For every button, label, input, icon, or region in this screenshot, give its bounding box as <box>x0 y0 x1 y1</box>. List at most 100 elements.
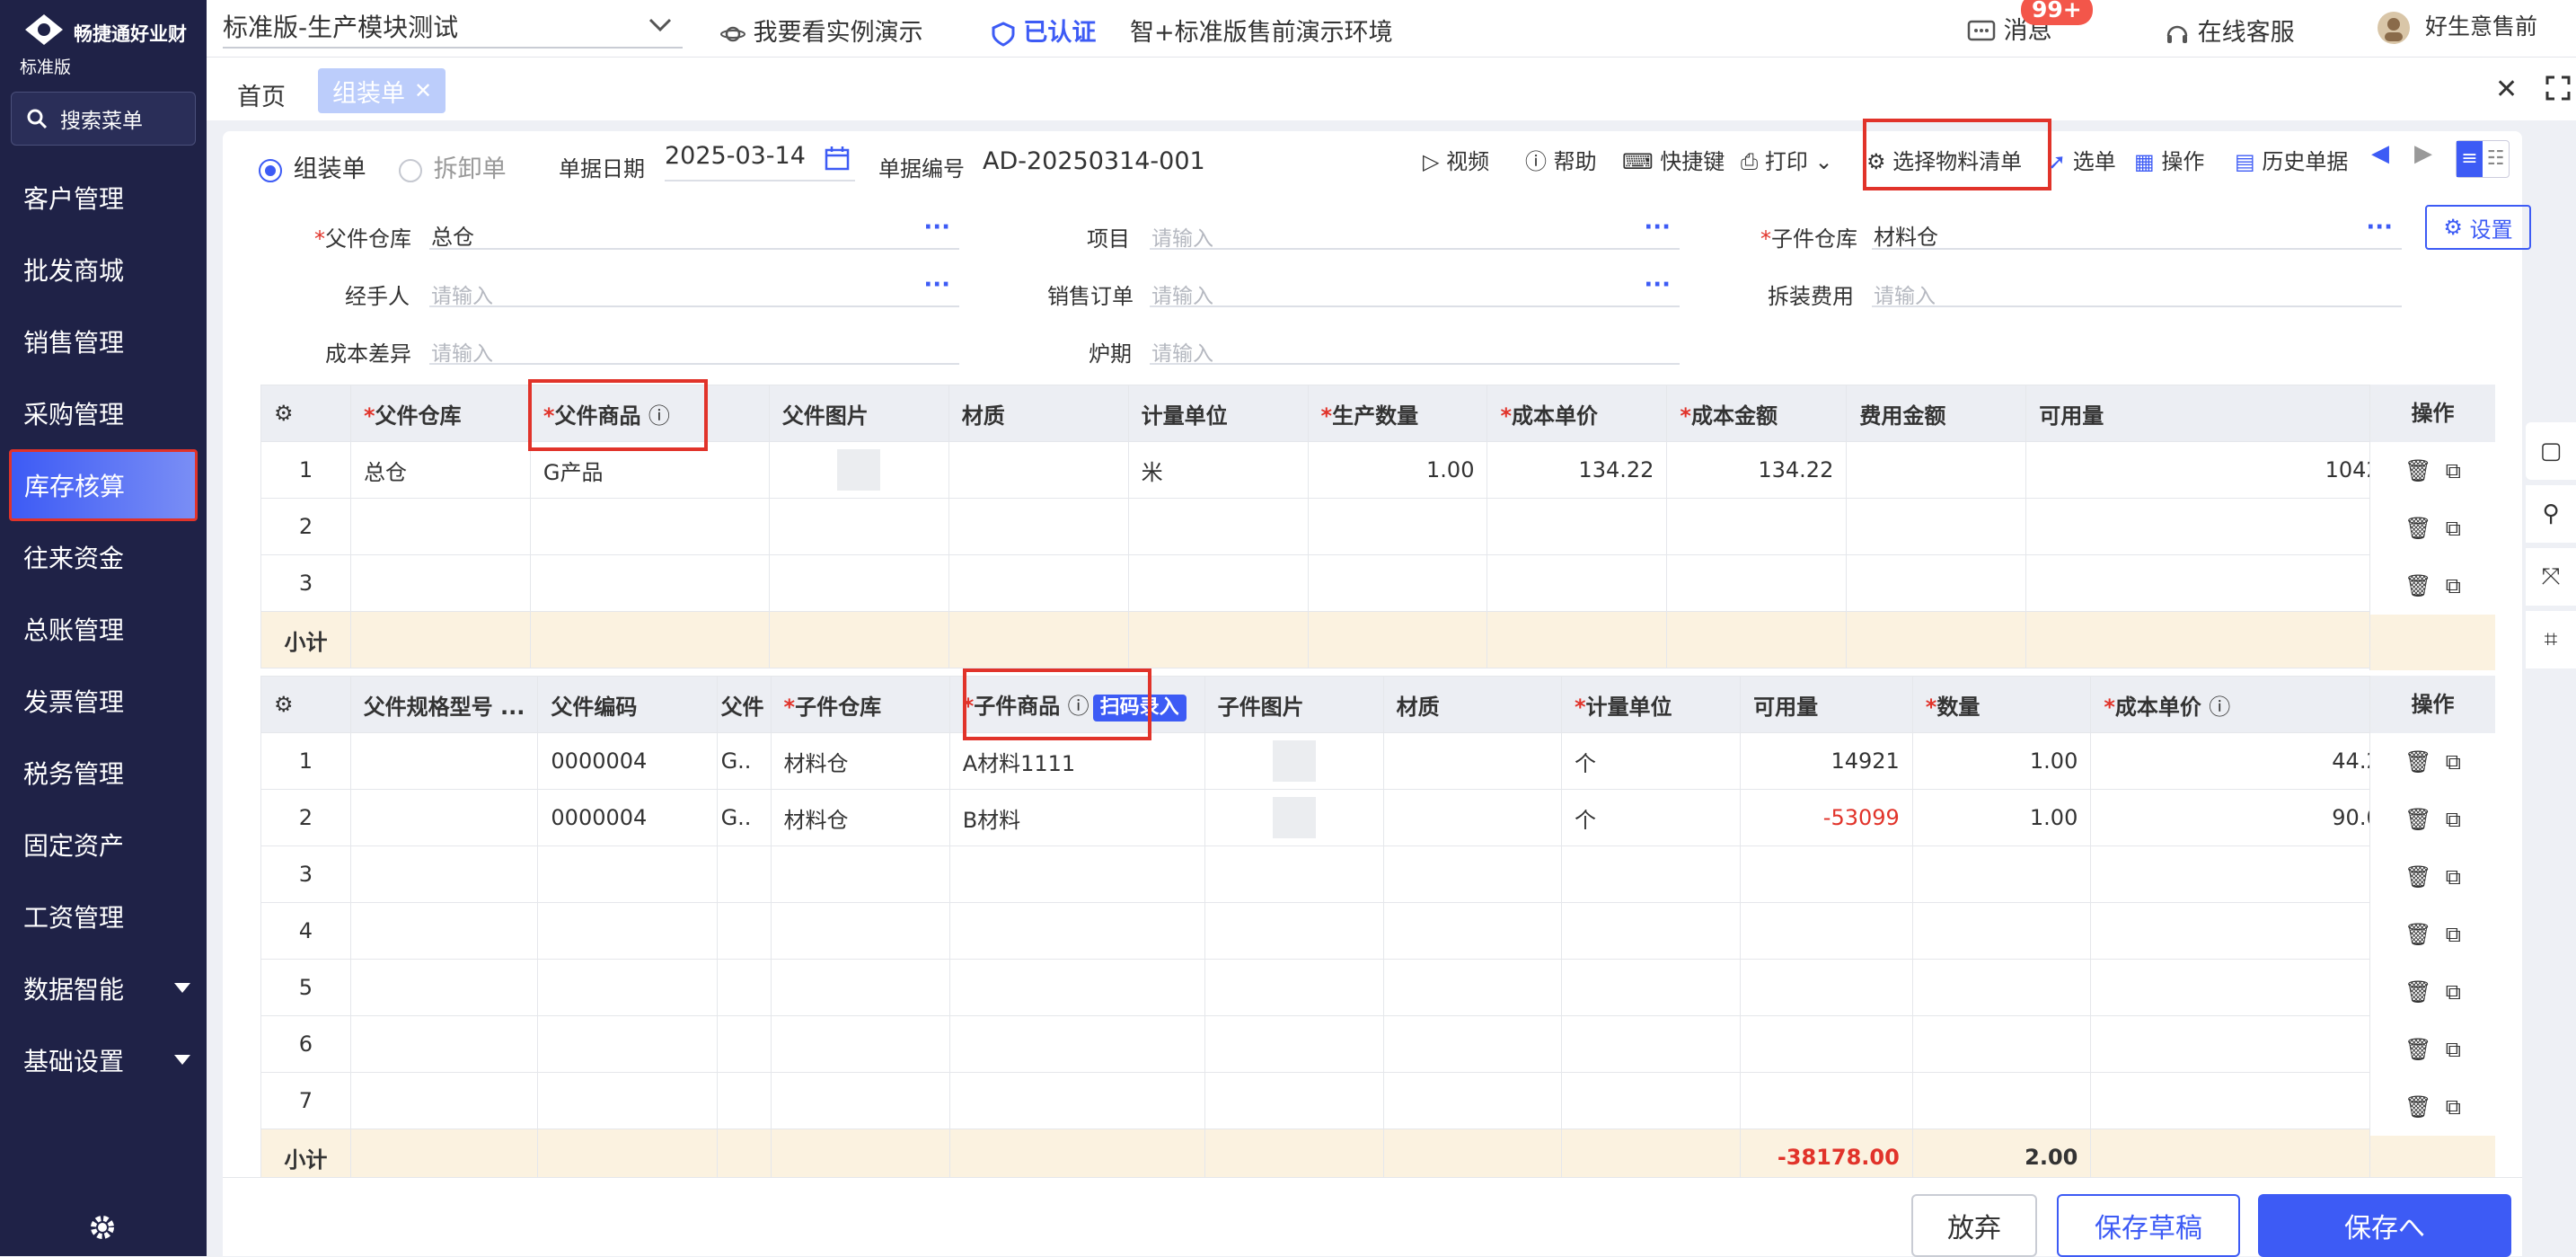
cell-warehouse[interactable]: 材料仓 <box>770 789 950 846</box>
cell-warehouse[interactable]: 材料仓 <box>770 732 950 790</box>
select-bom-button[interactable]: ⚙ 选择物料清单 <box>1866 144 2022 175</box>
sidebar-item-tax[interactable]: 税务管理 <box>0 737 207 809</box>
cell-price[interactable]: 44.22 <box>2090 732 2407 790</box>
cell-material[interactable] <box>1382 789 1562 846</box>
more-icon[interactable]: ··· <box>1644 214 1671 241</box>
more-icon[interactable]: ··· <box>1644 271 1671 298</box>
cell-spec[interactable] <box>349 789 539 846</box>
cell-spec[interactable] <box>349 732 539 790</box>
cell-code[interactable]: 0000004 <box>537 732 718 790</box>
cell-fee[interactable] <box>1846 441 2027 499</box>
more-icon[interactable]: ··· <box>923 271 950 298</box>
environment-select[interactable]: 标准版-生产模块测试 <box>223 5 683 49</box>
cell-warehouse[interactable]: 总仓 <box>349 441 531 499</box>
next-arrow-icon[interactable]: ▶ <box>2414 140 2432 167</box>
column-settings[interactable]: ⚙ <box>260 385 351 442</box>
trash-icon[interactable]: 🗑 <box>2404 922 2431 947</box>
copy-icon[interactable]: ⧉ <box>2446 516 2461 541</box>
sidebar-item-ledger[interactable]: 总账管理 <box>0 593 207 665</box>
copy-icon[interactable]: ⧉ <box>2446 1037 2461 1062</box>
table-row[interactable]: 6 <box>260 1015 2407 1073</box>
card-view-icon[interactable]: ☷ <box>2483 141 2509 177</box>
column-settings[interactable]: ⚙ <box>260 676 351 733</box>
cell-price[interactable]: 134.22 <box>1486 441 1668 499</box>
cell-material[interactable] <box>1382 732 1562 790</box>
product-image[interactable] <box>1272 740 1316 782</box>
cell-price[interactable]: 90.00 <box>2090 789 2407 846</box>
sales-order-field[interactable]: 请输入 ··· <box>1150 271 1680 308</box>
table-row[interactable]: 4 <box>260 902 2407 960</box>
operate-button[interactable]: ▦ 操作 <box>2134 144 2204 175</box>
sidebar-item-purchase[interactable]: 采购管理 <box>0 377 207 449</box>
copy-icon[interactable]: ⧉ <box>2446 807 2461 832</box>
fullscreen-icon[interactable] <box>2545 75 2571 101</box>
copy-icon[interactable]: ⧉ <box>2446 922 2461 947</box>
translate-icon[interactable]: ⤧ <box>2526 548 2576 606</box>
calendar-icon[interactable] <box>825 146 850 171</box>
draft-icon[interactable]: ▢ <box>2526 422 2576 480</box>
prev-arrow-icon[interactable]: ◀ <box>2371 140 2389 167</box>
cell-item[interactable]: A材料1111 <box>948 732 1205 790</box>
brand-logo[interactable]: 畅捷通好业财 标准版 <box>18 9 207 77</box>
online-service-button[interactable]: 在线客服 <box>2165 13 2295 48</box>
trash-icon[interactable]: 🗑 <box>2404 807 2431 832</box>
sidebar-item-inventory[interactable]: 库存核算 <box>9 449 198 521</box>
mode-assemble-radio[interactable]: 组装单 <box>259 149 366 184</box>
sidebar-item-data-intelligence[interactable]: 数据智能 <box>0 952 207 1024</box>
cell-amount[interactable]: 134.22 <box>1666 441 1848 499</box>
cell-item[interactable]: B材料 <box>948 789 1205 846</box>
copy-icon[interactable]: ⧉ <box>2446 1094 2461 1120</box>
mode-disassemble-radio[interactable]: 拆卸单 <box>399 149 507 184</box>
child-wh-field[interactable]: 材料仓 ··· <box>1872 214 2402 250</box>
gear-icon[interactable] <box>88 1213 117 1242</box>
close-icon[interactable]: ✕ <box>414 78 432 103</box>
list-view-icon[interactable]: ≡ <box>2457 141 2483 177</box>
table-row[interactable]: 3 <box>260 845 2407 903</box>
view-toggle[interactable]: ≡ ☷ <box>2456 140 2510 178</box>
tab-home[interactable]: 首页 <box>237 77 286 112</box>
cell-unit[interactable]: 个 <box>1560 789 1742 846</box>
trash-icon[interactable]: 🗑 <box>2404 749 2431 775</box>
project-field[interactable]: 请输入 ··· <box>1150 214 1680 251</box>
more-icon[interactable]: ··· <box>2366 214 2393 241</box>
table-row[interactable]: 2 <box>260 498 2407 555</box>
save-button[interactable]: 保存へ <box>2258 1194 2511 1257</box>
furnace-field[interactable]: 请输入 <box>1150 329 1680 366</box>
trash-icon[interactable]: 🗑 <box>2404 864 2431 890</box>
cell-qty[interactable]: 1.00 <box>1911 789 2092 846</box>
trash-icon[interactable]: 🗑 <box>2404 1094 2431 1120</box>
copy-icon[interactable]: ⧉ <box>2446 979 2461 1005</box>
product-image[interactable] <box>1272 797 1316 838</box>
table-row[interactable]: 3 <box>260 554 2407 612</box>
product-image[interactable] <box>837 449 881 491</box>
handler-field[interactable]: 请输入 ··· <box>429 271 959 308</box>
history-button[interactable]: ▤ 历史单据 <box>2235 144 2348 175</box>
cost-diff-field[interactable]: 请输入 <box>429 329 959 366</box>
video-button[interactable]: ▷ 视频 <box>1423 144 1489 175</box>
copy-icon[interactable]: ⧉ <box>2446 749 2461 775</box>
trash-icon[interactable]: 🗑 <box>2404 458 2431 483</box>
attachment-icon[interactable]: ⚲ <box>2526 485 2576 543</box>
trash-icon[interactable]: 🗑 <box>2404 979 2431 1005</box>
sidebar-item-payroll[interactable]: 工资管理 <box>0 881 207 952</box>
copy-icon[interactable]: ⧉ <box>2446 864 2461 890</box>
print-button[interactable]: ⎙ 打印 ⌄ <box>1741 144 1833 175</box>
table-row[interactable]: 2 0000004 G.. 材料仓 B材料 个 -53099 1.00 90.0… <box>260 789 2407 846</box>
settings-button[interactable]: ⚙ 设置 <box>2425 205 2531 250</box>
shortcut-button[interactable]: ⌨ 快捷键 <box>1622 144 1725 175</box>
table-row[interactable]: 1 0000004 G.. 材料仓 A材料1111 个 14921 1.00 4… <box>260 732 2407 790</box>
cell-parent[interactable]: G.. <box>716 789 772 846</box>
parent-wh-field[interactable]: 总仓 ··· <box>429 214 959 250</box>
cell-parent[interactable]: G.. <box>716 732 772 790</box>
table-row[interactable]: 7 <box>260 1072 2407 1129</box>
trash-icon[interactable]: 🗑 <box>2404 516 2431 541</box>
close-tab-icon[interactable]: ✕ <box>2495 74 2518 105</box>
select-doc-button[interactable]: ➚ 选单 <box>2048 144 2116 175</box>
table-row[interactable]: 5 <box>260 959 2407 1016</box>
sidebar-item-fixed-assets[interactable]: 固定资产 <box>0 809 207 881</box>
cell-material[interactable] <box>948 441 1129 499</box>
certified-badge[interactable]: 已认证 <box>992 13 1096 48</box>
tab-assembly[interactable]: 组装单 ✕ <box>318 68 446 113</box>
trash-icon[interactable]: 🗑 <box>2404 1037 2431 1062</box>
copy-icon[interactable]: ⧉ <box>2446 573 2461 598</box>
